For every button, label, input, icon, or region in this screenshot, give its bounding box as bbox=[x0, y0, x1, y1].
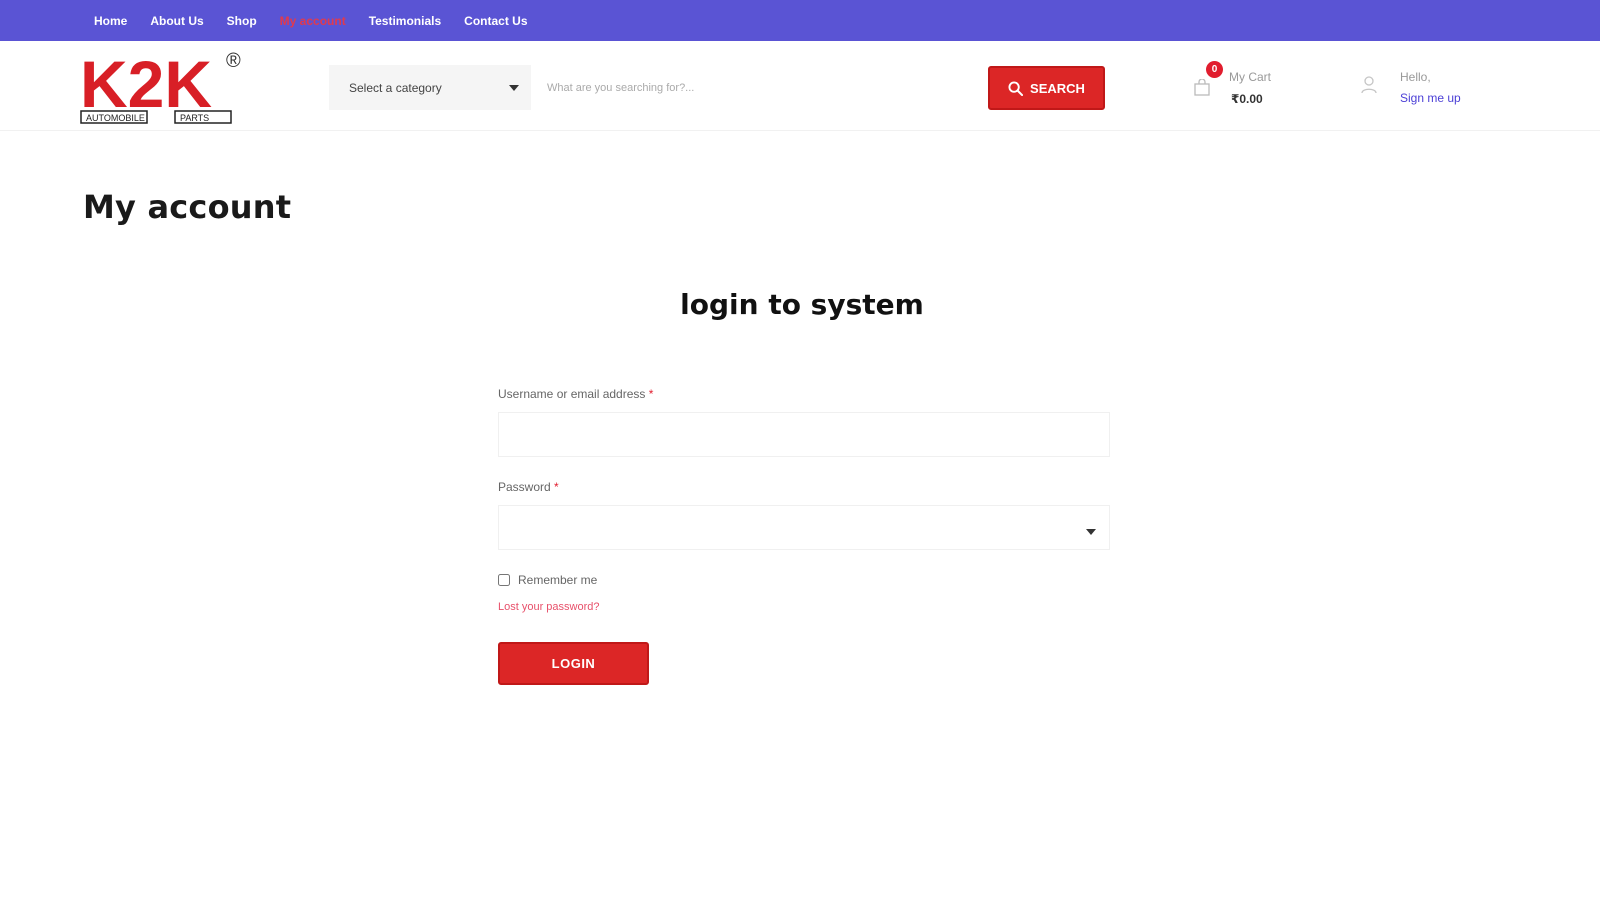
user-greeting: Hello, bbox=[1400, 70, 1431, 84]
cart-count-badge: 0 bbox=[1206, 61, 1223, 78]
cart-amount: ₹0.00 bbox=[1231, 92, 1263, 106]
nav-item-testimonials[interactable]: Testimonials bbox=[369, 14, 441, 28]
page-title: My account bbox=[83, 188, 292, 226]
required-mark: * bbox=[554, 480, 559, 494]
cart-widget[interactable]: 0 My Cart ₹0.00 bbox=[1193, 61, 1293, 111]
search-icon bbox=[1008, 80, 1024, 96]
username-label: Username or email address * bbox=[498, 387, 653, 401]
lost-password-link[interactable]: Lost your password? bbox=[498, 601, 600, 613]
required-mark: * bbox=[648, 387, 654, 401]
user-account-widget: Hello, Sign me up bbox=[1360, 61, 1490, 111]
remember-me-row[interactable]: Remember me bbox=[498, 573, 1110, 587]
nav-menu: Home About Us Shop My account Testimonia… bbox=[0, 0, 1600, 41]
login-heading: login to system bbox=[680, 288, 924, 321]
remember-me-checkbox[interactable] bbox=[498, 574, 510, 586]
password-label: Password * bbox=[498, 480, 559, 494]
shopping-bag-icon bbox=[1194, 79, 1210, 96]
username-label-text: Username or email address bbox=[498, 387, 646, 401]
nav-item-home[interactable]: Home bbox=[94, 14, 127, 28]
top-navigation: Home About Us Shop My account Testimonia… bbox=[0, 0, 1600, 41]
k2k-logo-graphic: K2K AUTOMOBILE PARTS ® bbox=[80, 47, 241, 124]
registered-mark: ® bbox=[226, 50, 241, 72]
nav-item-shop[interactable]: Shop bbox=[227, 14, 257, 28]
username-field[interactable] bbox=[498, 412, 1110, 457]
cart-label: My Cart bbox=[1229, 70, 1271, 84]
site-header: K2K AUTOMOBILE PARTS ® Select a category… bbox=[0, 41, 1600, 131]
password-field[interactable] bbox=[498, 505, 1110, 550]
search-button[interactable]: SEARCH bbox=[988, 66, 1105, 110]
logo-caption-left: AUTOMOBILE bbox=[86, 113, 145, 123]
password-field-wrapper bbox=[498, 505, 1110, 550]
sign-me-up-link[interactable]: Sign me up bbox=[1400, 91, 1461, 105]
nav-item-about-us[interactable]: About Us bbox=[150, 14, 203, 28]
nav-item-my-account[interactable]: My account bbox=[280, 14, 346, 28]
login-form: Username or email address * Password * R… bbox=[498, 385, 1110, 685]
logo-k-left: K2K bbox=[80, 47, 212, 121]
logo-caption-right: PARTS bbox=[180, 113, 209, 123]
category-select-label: Select a category bbox=[349, 80, 442, 95]
login-button[interactable]: LOGIN bbox=[498, 642, 649, 685]
chevron-down-icon bbox=[509, 85, 519, 91]
search-input[interactable] bbox=[533, 65, 985, 110]
site-logo[interactable]: K2K AUTOMOBILE PARTS ® bbox=[80, 47, 248, 127]
category-select[interactable]: Select a category bbox=[329, 65, 531, 110]
nav-item-contact-us[interactable]: Contact Us bbox=[464, 14, 527, 28]
chevron-down-icon[interactable] bbox=[1086, 529, 1096, 535]
remember-me-label: Remember me bbox=[518, 573, 598, 587]
password-label-text: Password bbox=[498, 480, 551, 494]
search-button-label: SEARCH bbox=[1030, 80, 1085, 96]
user-icon bbox=[1361, 76, 1377, 94]
